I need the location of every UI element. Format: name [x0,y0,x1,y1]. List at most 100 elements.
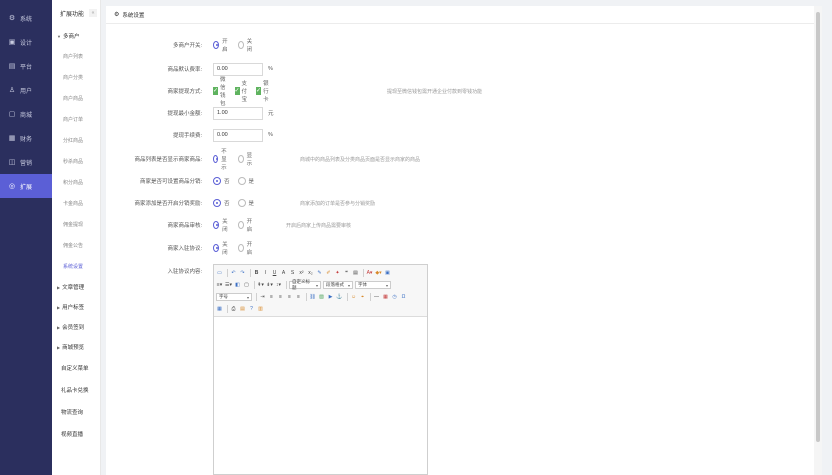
radio-show-yes[interactable]: 显示 [237,151,255,167]
radio-apply-on[interactable]: 开启 [237,240,255,256]
sidebar-item[interactable]: 商户列表 [52,46,100,67]
radio-multi-on[interactable]: 开启 [213,37,230,53]
radio-direct-yes[interactable]: 是 [237,177,254,185]
italic-icon[interactable]: I [262,270,269,277]
line-height-icon[interactable]: ↕▾ [275,282,282,289]
sidebar-item[interactable]: 商户商品 [52,88,100,109]
sidebar-item[interactable]: 视频直播 [52,423,100,445]
sidebar-item[interactable]: 商户订单 [52,109,100,130]
margin-input[interactable]: 0.00 [213,62,263,76]
sidebar-item[interactable]: 佣金公告 [52,235,100,256]
help-icon[interactable]: ? [248,306,255,313]
radio-comm-yes[interactable]: 是 [237,199,254,207]
sidebar-item-settings-active[interactable]: 系统设置 [52,256,100,277]
scrollbar[interactable] [814,6,822,475]
nav1-item-platform[interactable]: ▤ 平台 [0,54,52,78]
blockquote-icon[interactable]: ❝ [343,270,350,277]
radio-show-no[interactable]: 不显示 [213,147,230,171]
sidebar-item[interactable]: 卡金商品 [52,193,100,214]
row-spacing-top-icon[interactable]: ⇞▾ [257,282,264,289]
align-center-icon[interactable]: ≡ [277,294,284,301]
select-all-icon[interactable]: ▣ [384,270,391,277]
checkbox-bank[interactable]: ✓ 银行卡 [256,79,272,103]
underline-icon[interactable]: U [271,270,278,277]
horizontal-rule-icon[interactable]: — [373,294,380,301]
paragraph-select[interactable]: 段落格式 ▾ [323,281,353,289]
map-icon[interactable]: ⌖ [359,294,366,301]
undo-icon[interactable]: ↶ [230,270,237,277]
radio-multi-off[interactable]: 关闭 [237,37,255,53]
sidebar-item[interactable]: 自定义菜单 [52,357,100,379]
scrollbar-thumb[interactable] [816,12,820,442]
font-border-icon[interactable]: A [280,270,287,277]
template-icon[interactable]: ▥ [257,306,264,313]
subscript-icon[interactable]: x₂ [307,270,314,277]
back-color-icon[interactable]: ◆▾ [375,270,382,277]
align-justify-icon[interactable]: ≡ [295,294,302,301]
custom-style-select[interactable]: 自定义标题 ▾ [289,279,321,290]
nav1-item-shop[interactable]: ▢ 商城 [0,102,52,126]
link-icon[interactable]: ⛓ [309,294,316,301]
format-brush-icon[interactable]: ✐ [325,270,332,277]
nav1-item-finance[interactable]: ▦ 财务 [0,126,52,150]
align-right-icon[interactable]: ≡ [286,294,293,301]
sidebar-item[interactable]: 分红商品 [52,130,100,151]
sidebar-item[interactable]: 积分商品 [52,172,100,193]
sidebar-group-multi[interactable]: ▼ 多商户 [52,26,100,46]
ordered-list-icon[interactable]: ≡▾ [216,282,223,289]
font-family-select[interactable]: 字体 ▾ [355,281,391,289]
unordered-list-icon[interactable]: ☰▾ [225,282,232,289]
sidebar-group[interactable]: ▶ 文章管理 [52,277,100,297]
withdraw-min-input[interactable]: 1.00 [213,106,263,120]
paste-plain-icon[interactable]: ▤ [352,270,359,277]
video-icon[interactable]: ▶ [327,294,334,301]
auto-format-icon[interactable]: ✦ [334,270,341,277]
checkbox-wechat[interactable]: ✓ 微信钱包 [213,75,229,107]
date-icon[interactable]: ▦ [382,294,389,301]
image-icon[interactable]: ▨ [318,294,325,301]
anchor-icon[interactable]: ⚓ [336,294,343,301]
font-color-icon[interactable]: A▾ [366,270,373,277]
cleardoc-icon[interactable]: ▢ [243,282,250,289]
sidebar-item[interactable]: 物流查询 [52,401,100,423]
sidebar-group[interactable]: ▶ 商城预览 [52,337,100,357]
special-char-icon[interactable]: Ω [400,294,407,301]
sidebar-item[interactable]: 礼品卡兑换 [52,379,100,401]
nav1-item-marketing[interactable]: ◫ 营销 [0,150,52,174]
emotion-icon[interactable]: ☺ [350,294,357,301]
align-left-icon[interactable]: ≡ [268,294,275,301]
preview-icon[interactable]: ▤ [239,306,246,313]
strikethrough-icon[interactable]: S [289,270,296,277]
nav1-item-system[interactable]: ⚙ 系统 [0,6,52,30]
indent-icon[interactable]: ⇥ [259,294,266,301]
sidebar-item[interactable]: 秒杀商品 [52,151,100,172]
row-spacing-bottom-icon[interactable]: ⇟▾ [266,282,273,289]
radio-comm-no[interactable]: 否 [213,199,230,207]
source-icon[interactable]: ▭ [216,270,223,277]
nav1-item-design[interactable]: ▣ 设计 [0,30,52,54]
radio-audit-off[interactable]: 关闭 [213,217,230,233]
checkbox-alipay[interactable]: ✓ 支付宝 [234,79,251,103]
time-icon[interactable]: ◷ [391,294,398,301]
sidebar-item[interactable]: 佣金提现 [52,214,100,235]
radio-audit-on[interactable]: 开启 [237,217,255,233]
collapse-icon[interactable]: « [89,9,97,17]
redo-icon[interactable]: ↷ [239,270,246,277]
format-clear-icon[interactable]: ✎ [316,270,323,277]
print-icon[interactable]: ⎙ [230,306,237,313]
sidebar-group[interactable]: ▶ 会员签到 [52,317,100,337]
nav1-item-user[interactable]: ♙ 用户 [0,78,52,102]
font-size-select[interactable]: 字号 ▾ [216,293,252,301]
table-icon[interactable]: ▦ [216,306,223,313]
clear-doc-icon[interactable]: ◧ [234,282,241,289]
fee-input[interactable]: 0.00 [213,128,263,142]
sidebar-group[interactable]: ▶ 用户标签 [52,297,100,317]
sidebar-item[interactable]: 商户分类 [52,67,100,88]
bold-icon[interactable]: B [253,270,260,277]
superscript-icon[interactable]: x² [298,270,305,277]
nav1-item-extend[interactable]: ◎ 扩展 [0,174,52,198]
radio-apply-off[interactable]: 关闭 [213,240,230,256]
radio-direct-no[interactable]: 否 [213,177,230,185]
unit-label: % [268,66,273,72]
editor-content-area[interactable] [214,317,427,474]
